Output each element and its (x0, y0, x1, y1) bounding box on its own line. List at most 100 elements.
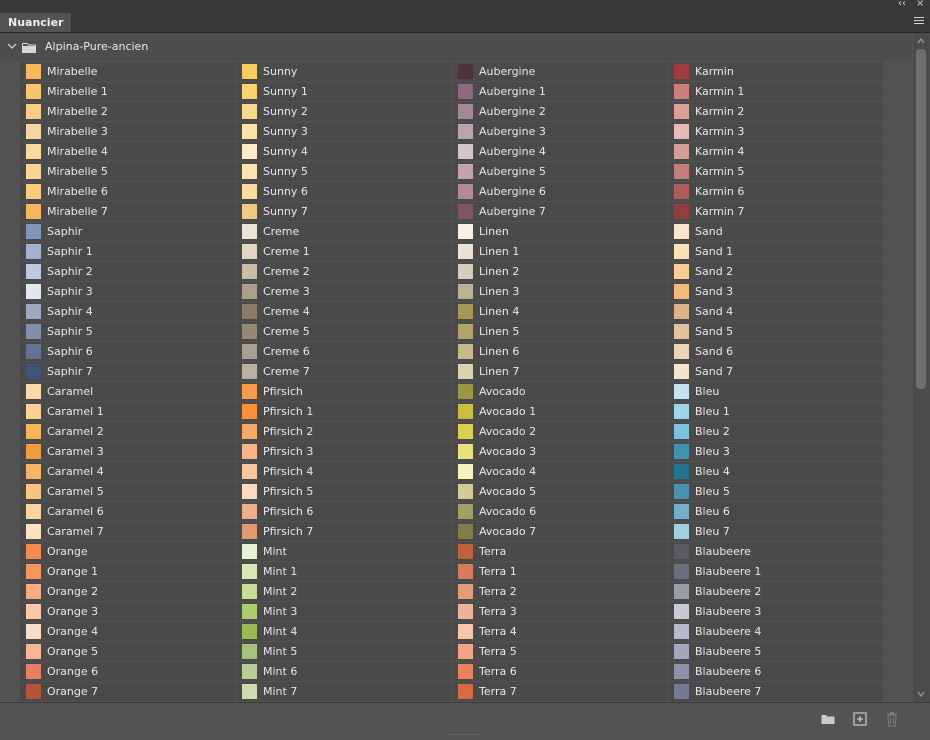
swatch-item[interactable]: Mint (236, 542, 451, 561)
swatch-item[interactable]: Orange 7 (20, 682, 235, 701)
scroll-up-icon[interactable] (917, 37, 925, 45)
swatch-item[interactable]: Caramel 3 (20, 442, 235, 461)
swatch-item[interactable]: Mint 2 (236, 582, 451, 601)
swatch-item[interactable]: Bleu 5 (668, 482, 883, 501)
swatch-item[interactable]: Mirabelle 1 (20, 82, 235, 101)
swatch-item[interactable]: Linen 1 (452, 242, 667, 261)
swatch-item[interactable]: Blaubeere 2 (668, 582, 883, 601)
swatch-item[interactable]: Blaubeere (668, 542, 883, 561)
swatch-item[interactable]: Mint 4 (236, 622, 451, 641)
swatch-item[interactable]: Saphir 2 (20, 262, 235, 281)
swatch-item[interactable]: Blaubeere 3 (668, 602, 883, 621)
swatch-item[interactable]: Creme 1 (236, 242, 451, 261)
swatch-item[interactable]: Linen 7 (452, 362, 667, 381)
swatch-item[interactable]: Aubergine 6 (452, 182, 667, 201)
swatch-item[interactable]: Orange 4 (20, 622, 235, 641)
swatch-item[interactable]: Blaubeere 1 (668, 562, 883, 581)
swatch-item[interactable]: Sunny 1 (236, 82, 451, 101)
swatch-item[interactable]: Orange 2 (20, 582, 235, 601)
swatch-item[interactable]: Blaubeere 6 (668, 662, 883, 681)
new-swatch-icon[interactable] (852, 711, 868, 727)
swatch-item[interactable]: Creme 5 (236, 322, 451, 341)
swatch-item[interactable]: Linen (452, 222, 667, 241)
swatch-item[interactable]: Aubergine 2 (452, 102, 667, 121)
swatch-item[interactable]: Bleu 1 (668, 402, 883, 421)
swatch-item[interactable]: Karmin 7 (668, 202, 883, 221)
swatch-item[interactable]: Sand 5 (668, 322, 883, 341)
swatch-item[interactable]: Mirabelle 3 (20, 122, 235, 141)
swatch-item[interactable]: Creme (236, 222, 451, 241)
swatch-item[interactable]: Avocado 5 (452, 482, 667, 501)
swatch-item[interactable]: Avocado 4 (452, 462, 667, 481)
swatch-item[interactable]: Linen 5 (452, 322, 667, 341)
swatch-item[interactable]: Mirabelle 2 (20, 102, 235, 121)
swatch-item[interactable]: Caramel (20, 382, 235, 401)
swatch-item[interactable]: Bleu 3 (668, 442, 883, 461)
swatch-item[interactable]: Caramel 6 (20, 502, 235, 521)
close-panel-icon[interactable]: × (916, 0, 924, 10)
swatch-item[interactable]: Karmin (668, 62, 883, 81)
swatch-item[interactable]: Avocado (452, 382, 667, 401)
swatch-item[interactable]: Aubergine 3 (452, 122, 667, 141)
swatch-item[interactable]: Saphir 7 (20, 362, 235, 381)
swatch-item[interactable]: Mirabelle 5 (20, 162, 235, 181)
swatch-item[interactable]: Pfirsich 2 (236, 422, 451, 441)
swatch-item[interactable]: Bleu 2 (668, 422, 883, 441)
swatch-item[interactable]: Sunny 4 (236, 142, 451, 161)
swatch-item[interactable]: Pfirsich 1 (236, 402, 451, 421)
swatch-item[interactable]: Karmin 5 (668, 162, 883, 181)
swatch-item[interactable]: Terra 7 (452, 682, 667, 701)
swatch-item[interactable]: Terra 6 (452, 662, 667, 681)
swatch-item[interactable]: Caramel 4 (20, 462, 235, 481)
collapse-panel-icon[interactable]: ‹‹ (898, 0, 906, 10)
vertical-scrollbar[interactable] (913, 33, 930, 702)
swatch-item[interactable]: Creme 2 (236, 262, 451, 281)
swatch-item[interactable]: Bleu 4 (668, 462, 883, 481)
swatch-item[interactable]: Avocado 6 (452, 502, 667, 521)
swatch-item[interactable]: Mint 6 (236, 662, 451, 681)
swatch-item[interactable]: Blaubeere 5 (668, 642, 883, 661)
swatch-item[interactable]: Orange 3 (20, 602, 235, 621)
swatch-item[interactable]: Karmin 3 (668, 122, 883, 141)
swatch-item[interactable]: Sand (668, 222, 883, 241)
swatch-item[interactable]: Pfirsich (236, 382, 451, 401)
swatch-item[interactable]: Sunny (236, 62, 451, 81)
swatch-item[interactable]: Aubergine 7 (452, 202, 667, 221)
swatch-item[interactable]: Sand 6 (668, 342, 883, 361)
swatch-item[interactable]: Saphir 1 (20, 242, 235, 261)
swatch-item[interactable]: Sunny 6 (236, 182, 451, 201)
swatch-item[interactable]: Avocado 3 (452, 442, 667, 461)
swatch-item[interactable]: Linen 6 (452, 342, 667, 361)
swatch-item[interactable]: Terra (452, 542, 667, 561)
swatch-item[interactable]: Aubergine (452, 62, 667, 81)
swatch-item[interactable]: Saphir (20, 222, 235, 241)
scroll-down-icon[interactable] (917, 690, 925, 698)
swatch-item[interactable]: Sand 4 (668, 302, 883, 321)
swatch-item[interactable]: Pfirsich 4 (236, 462, 451, 481)
swatch-item[interactable]: Aubergine 4 (452, 142, 667, 161)
new-group-folder-icon[interactable] (820, 711, 836, 727)
swatch-item[interactable]: Caramel 7 (20, 522, 235, 541)
chevron-down-icon[interactable] (7, 41, 17, 51)
swatch-item[interactable]: Creme 3 (236, 282, 451, 301)
swatch-item[interactable]: Linen 2 (452, 262, 667, 281)
swatch-item[interactable]: Bleu 7 (668, 522, 883, 541)
swatch-item[interactable]: Pfirsich 7 (236, 522, 451, 541)
swatch-item[interactable]: Mirabelle 7 (20, 202, 235, 221)
swatch-item[interactable]: Orange 5 (20, 642, 235, 661)
swatch-item[interactable]: Creme 4 (236, 302, 451, 321)
swatch-item[interactable]: Orange 6 (20, 662, 235, 681)
swatch-item[interactable]: Terra 1 (452, 562, 667, 581)
swatch-item[interactable]: Mirabelle 4 (20, 142, 235, 161)
swatch-item[interactable]: Sunny 3 (236, 122, 451, 141)
swatch-item[interactable]: Terra 2 (452, 582, 667, 601)
swatch-item[interactable]: Blaubeere 7 (668, 682, 883, 701)
swatch-item[interactable]: Sunny 2 (236, 102, 451, 121)
swatch-item[interactable]: Mint 5 (236, 642, 451, 661)
swatch-item[interactable]: Sand 3 (668, 282, 883, 301)
swatch-item[interactable]: Orange 1 (20, 562, 235, 581)
swatch-item[interactable]: Avocado 7 (452, 522, 667, 541)
swatch-item[interactable]: Caramel 2 (20, 422, 235, 441)
swatch-item[interactable]: Sunny 5 (236, 162, 451, 181)
panel-menu-icon[interactable] (914, 17, 924, 25)
